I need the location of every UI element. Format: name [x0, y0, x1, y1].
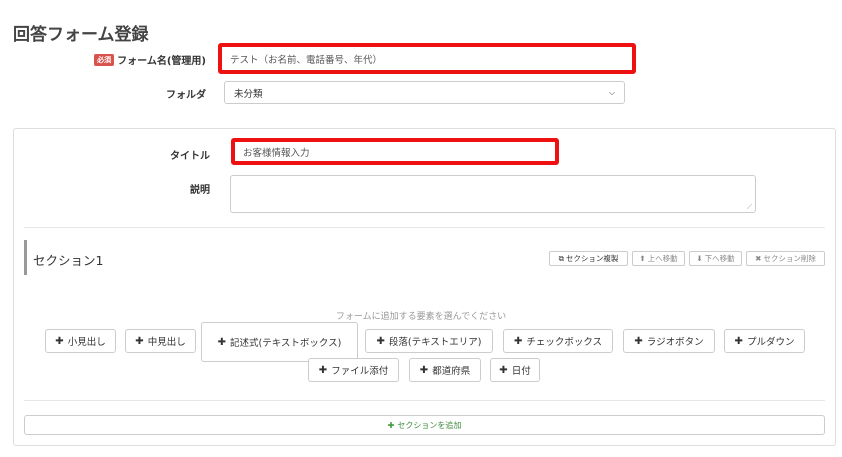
form-name-input[interactable]: [218, 43, 636, 74]
add-file-label: ファイル添付: [331, 366, 389, 377]
description-label: 説明: [190, 185, 210, 196]
add-small-heading-button[interactable]: ✚ 小見出し: [45, 329, 116, 353]
add-dropdown-label: プルダウン: [746, 337, 795, 348]
chevron-down-icon: ⌵: [608, 87, 615, 97]
add-medium-heading-button[interactable]: ✚ 中見出し: [125, 329, 196, 353]
add-textbox-button[interactable]: ✚ 記述式(テキストボックス): [201, 322, 358, 362]
add-checkbox-label: チェックボックス: [526, 337, 603, 348]
section-accent-bar: [24, 240, 27, 275]
move-up-label: 上へ移動: [647, 254, 678, 263]
add-file-button[interactable]: ✚ ファイル添付: [308, 358, 399, 382]
required-badge: 必須: [94, 54, 115, 66]
plus-icon: ✚: [734, 335, 743, 347]
plus-icon: ✚: [55, 335, 64, 347]
plus-icon: ✚: [318, 364, 328, 376]
add-textarea-button[interactable]: ✚ 段落(テキストエリア): [365, 329, 493, 353]
form-name-label-group: 必須 フォーム名(管理用): [94, 52, 206, 67]
duplicate-section-label: セクション複製: [565, 254, 619, 263]
plus-icon: ✚: [419, 364, 429, 376]
resize-grip-icon[interactable]: ⟋: [747, 204, 753, 211]
add-radio-button[interactable]: ✚ ラジオボタン: [623, 329, 715, 353]
add-section-label: セクションを追加: [397, 420, 462, 430]
folder-label: フォルダ: [166, 90, 206, 101]
move-down-button[interactable]: ⬇ 下へ移動: [689, 251, 742, 266]
plus-icon: ✚: [499, 364, 508, 376]
section-title: セクション1: [33, 253, 104, 268]
add-radio-label: ラジオボタン: [646, 337, 704, 348]
divider: [24, 227, 825, 228]
add-medium-heading-label: 中見出し: [147, 337, 186, 348]
plus-icon: ✚: [135, 335, 144, 347]
add-prefecture-label: 都道府県: [432, 366, 471, 377]
element-hint: フォームに追加する要素を選んでください: [335, 312, 507, 322]
title-input[interactable]: [231, 138, 559, 165]
add-textarea-label: 段落(テキストエリア): [388, 337, 482, 348]
description-textarea[interactable]: ⟋: [230, 175, 756, 213]
delete-section-button[interactable]: ✖ セクション削除: [746, 251, 825, 266]
add-checkbox-button[interactable]: ✚ チェックボックス: [503, 329, 613, 353]
plus-icon: ✚: [513, 335, 523, 347]
move-down-label: 下へ移動: [704, 254, 735, 263]
add-date-button[interactable]: ✚ 日付: [490, 358, 540, 382]
arrow-up-icon: ⬆: [639, 254, 646, 263]
add-dropdown-button[interactable]: ✚ プルダウン: [724, 329, 805, 353]
plus-icon: ✚: [376, 335, 385, 347]
folder-select-value: 未分類: [234, 88, 263, 100]
plus-icon: ✚: [387, 420, 395, 430]
add-date-label: 日付: [511, 366, 531, 377]
plus-icon: ✚: [217, 336, 227, 348]
add-small-heading-label: 小見出し: [67, 337, 106, 348]
move-up-button[interactable]: ⬆ 上へ移動: [632, 251, 685, 266]
add-textbox-label: 記述式(テキストボックス): [230, 338, 342, 349]
plus-icon: ✚: [634, 335, 643, 347]
page-title: 回答フォーム登録: [13, 25, 149, 45]
divider: [24, 400, 825, 401]
delete-section-label: セクション削除: [763, 254, 816, 263]
add-prefecture-button[interactable]: ✚ 都道府県: [409, 358, 481, 382]
title-label: タイトル: [170, 151, 210, 162]
add-section-button[interactable]: ✚ セクションを追加: [24, 415, 825, 435]
form-name-label: フォーム名(管理用): [117, 56, 206, 67]
close-icon: ✖: [755, 254, 762, 263]
arrow-down-icon: ⬇: [696, 254, 703, 263]
folder-select[interactable]: 未分類 ⌵: [224, 81, 625, 104]
copy-icon: ⧉: [558, 253, 564, 263]
duplicate-section-button[interactable]: ⧉ セクション複製: [549, 251, 628, 266]
